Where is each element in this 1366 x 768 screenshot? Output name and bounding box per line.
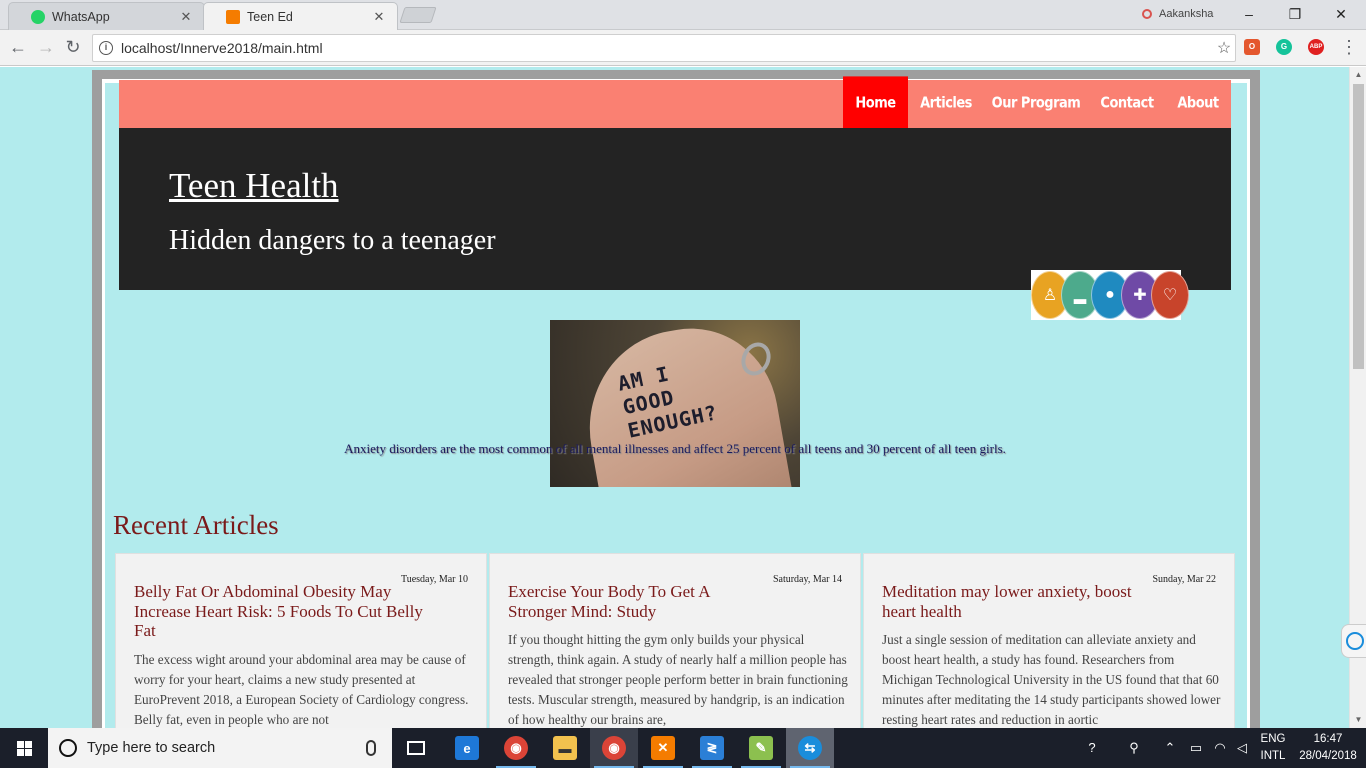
info-icon[interactable]: i xyxy=(99,41,113,55)
site-title-link[interactable]: Teen Health xyxy=(169,166,339,206)
taskbar-edge[interactable]: e xyxy=(443,728,491,768)
nav-home[interactable]: Home xyxy=(843,76,908,132)
start-button[interactable] xyxy=(0,728,48,768)
taskbar-teamviewer[interactable]: ⇆ xyxy=(786,728,834,768)
article-excerpt: If you thought hitting the gym only buil… xyxy=(508,632,848,727)
clock-time: 16:47 xyxy=(1313,733,1343,745)
wifi-icon[interactable]: ◠ xyxy=(1210,728,1230,768)
whatsapp-icon xyxy=(31,9,45,24)
heart-icon: ♡ xyxy=(1151,271,1189,319)
task-view-icon xyxy=(407,741,425,755)
vscode-icon: ≷ xyxy=(700,736,724,760)
profile-button[interactable]: Aakanksha xyxy=(1142,8,1213,20)
reload-button[interactable]: ↻ xyxy=(62,37,84,59)
article-excerpt: Just a single session of meditation can … xyxy=(882,632,1221,727)
new-tab-button[interactable] xyxy=(399,7,437,23)
forward-button[interactable]: → xyxy=(35,37,57,59)
close-window-button[interactable]: ✕ xyxy=(1318,5,1364,25)
taskbar-chrome[interactable]: ◉ xyxy=(492,728,540,768)
teamviewer-icon xyxy=(1346,632,1364,650)
browser-toolbar: ← → ↻ i localhost/Innerve2018/main.html … xyxy=(0,30,1366,66)
tab-whatsapp[interactable]: WhatsApp ✕ xyxy=(8,2,205,30)
battery-icon[interactable]: ▭ xyxy=(1186,728,1206,768)
chrome-icon: ◉ xyxy=(504,736,528,760)
browser-menu-icon[interactable]: ⋮ xyxy=(1338,37,1360,59)
windows-logo-icon xyxy=(16,740,32,756)
health-icons-strip: ♙ ▂ ● ✚ ♡ xyxy=(1031,270,1189,320)
back-button[interactable]: ← xyxy=(7,37,29,59)
chrome-icon: ◉ xyxy=(602,736,626,760)
scroll-down-icon[interactable]: ▼ xyxy=(1350,712,1366,728)
close-tab-icon[interactable]: ✕ xyxy=(373,9,385,25)
tab-title: WhatsApp xyxy=(52,9,110,24)
edge-icon: e xyxy=(455,736,479,760)
close-tab-icon[interactable]: ✕ xyxy=(180,9,192,25)
article-date: Sunday, Mar 22 xyxy=(1152,574,1216,585)
chevron-up-icon[interactable]: ⌃ xyxy=(1160,728,1180,768)
volume-icon[interactable]: ◁ xyxy=(1232,728,1252,768)
bookmark-star-icon[interactable]: ☆ xyxy=(1213,38,1235,58)
article-title[interactable]: Exercise Your Body To Get A Stronger Min… xyxy=(508,582,758,621)
taskbar-vscode[interactable]: ≷ xyxy=(688,728,736,768)
page-viewport: Home Articles Our Program Contact About … xyxy=(0,67,1349,728)
help-icon[interactable]: ? xyxy=(1080,728,1104,768)
recent-articles-heading: Recent Articles xyxy=(113,510,279,540)
people-icon[interactable]: ⚲ xyxy=(1122,728,1146,768)
browser-tab-strip: WhatsApp ✕ Teen Ed ✕ Aakanksha – ❐ ✕ xyxy=(0,0,1366,30)
nav-articles[interactable]: Articles xyxy=(913,76,979,131)
scroll-up-icon[interactable]: ▲ xyxy=(1350,67,1366,83)
article-card[interactable]: Sunday, Mar 22 Meditation may lower anxi… xyxy=(863,553,1235,728)
nav-about[interactable]: About xyxy=(1173,76,1223,131)
article-title[interactable]: Meditation may lower anxiety, boost hear… xyxy=(882,582,1162,621)
nav-our-program[interactable]: Our Program xyxy=(991,76,1081,131)
article-date: Saturday, Mar 14 xyxy=(772,574,842,585)
article-card[interactable]: Saturday, Mar 14 Exercise Your Body To G… xyxy=(489,553,861,728)
adblock-extension-icon[interactable]: ABP xyxy=(1308,39,1324,55)
xampp-icon: ✕ xyxy=(651,736,675,760)
windows-taskbar: Type here to search e ◉ ▬ ◉ ✕ ≷ ✎ ⇆ ? ⚲ … xyxy=(0,728,1366,768)
office-extension-icon[interactable]: O xyxy=(1244,39,1260,55)
url-text: localhost/Innerve2018/main.html xyxy=(121,40,323,56)
taskbar-chrome-2[interactable]: ◉ xyxy=(590,728,638,768)
teamviewer-side-button[interactable] xyxy=(1341,624,1366,658)
article-card[interactable]: Tuesday, Mar 10 Belly Fat Or Abdominal O… xyxy=(115,553,487,728)
address-bar[interactable]: i localhost/Innerve2018/main.html ☆ xyxy=(92,34,1236,62)
taskbar-notepad[interactable]: ✎ xyxy=(737,728,785,768)
xampp-icon xyxy=(226,9,240,24)
hero-banner: Teen Health Hidden dangers to a teenager xyxy=(119,128,1231,290)
clock[interactable]: 16:47 28/04/2018 xyxy=(1296,731,1360,765)
folder-icon: ▬ xyxy=(553,736,577,760)
microphone-icon[interactable] xyxy=(366,740,376,756)
language-indicator[interactable]: ENG INTL xyxy=(1256,731,1290,765)
tab-title: Teen Ed xyxy=(247,9,293,24)
clock-date: 28/04/2018 xyxy=(1299,750,1357,762)
tab-teen-ed[interactable]: Teen Ed ✕ xyxy=(203,2,398,30)
site-navbar: Home Articles Our Program Contact About xyxy=(119,76,1231,132)
cortana-icon xyxy=(59,739,77,757)
restore-button[interactable]: ❐ xyxy=(1272,5,1318,25)
scrollbar-thumb[interactable] xyxy=(1353,84,1364,369)
task-view-button[interactable] xyxy=(392,728,440,768)
taskbar-file-explorer[interactable]: ▬ xyxy=(541,728,589,768)
teamviewer-icon: ⇆ xyxy=(798,736,822,760)
search-placeholder: Type here to search xyxy=(87,740,216,756)
feature-caption: Anxiety disorders are the most common of… xyxy=(344,441,1006,456)
article-excerpt: The excess wight around your abdominal a… xyxy=(134,652,469,727)
profile-name: Aakanksha xyxy=(1159,8,1214,20)
nav-contact[interactable]: Contact xyxy=(1097,76,1157,131)
profile-icon xyxy=(1142,9,1152,19)
taskbar-search[interactable]: Type here to search xyxy=(48,728,392,768)
notepad-icon: ✎ xyxy=(749,736,773,760)
article-title[interactable]: Belly Fat Or Abdominal Obesity May Incre… xyxy=(134,582,444,641)
taskbar-xampp[interactable]: ✕ xyxy=(639,728,687,768)
feature-image: AM I GOOD ENOUGH? xyxy=(550,320,800,487)
minimize-button[interactable]: – xyxy=(1226,5,1272,25)
site-subtitle: Hidden dangers to a teenager xyxy=(169,225,496,256)
grammarly-extension-icon[interactable]: G xyxy=(1276,39,1292,55)
